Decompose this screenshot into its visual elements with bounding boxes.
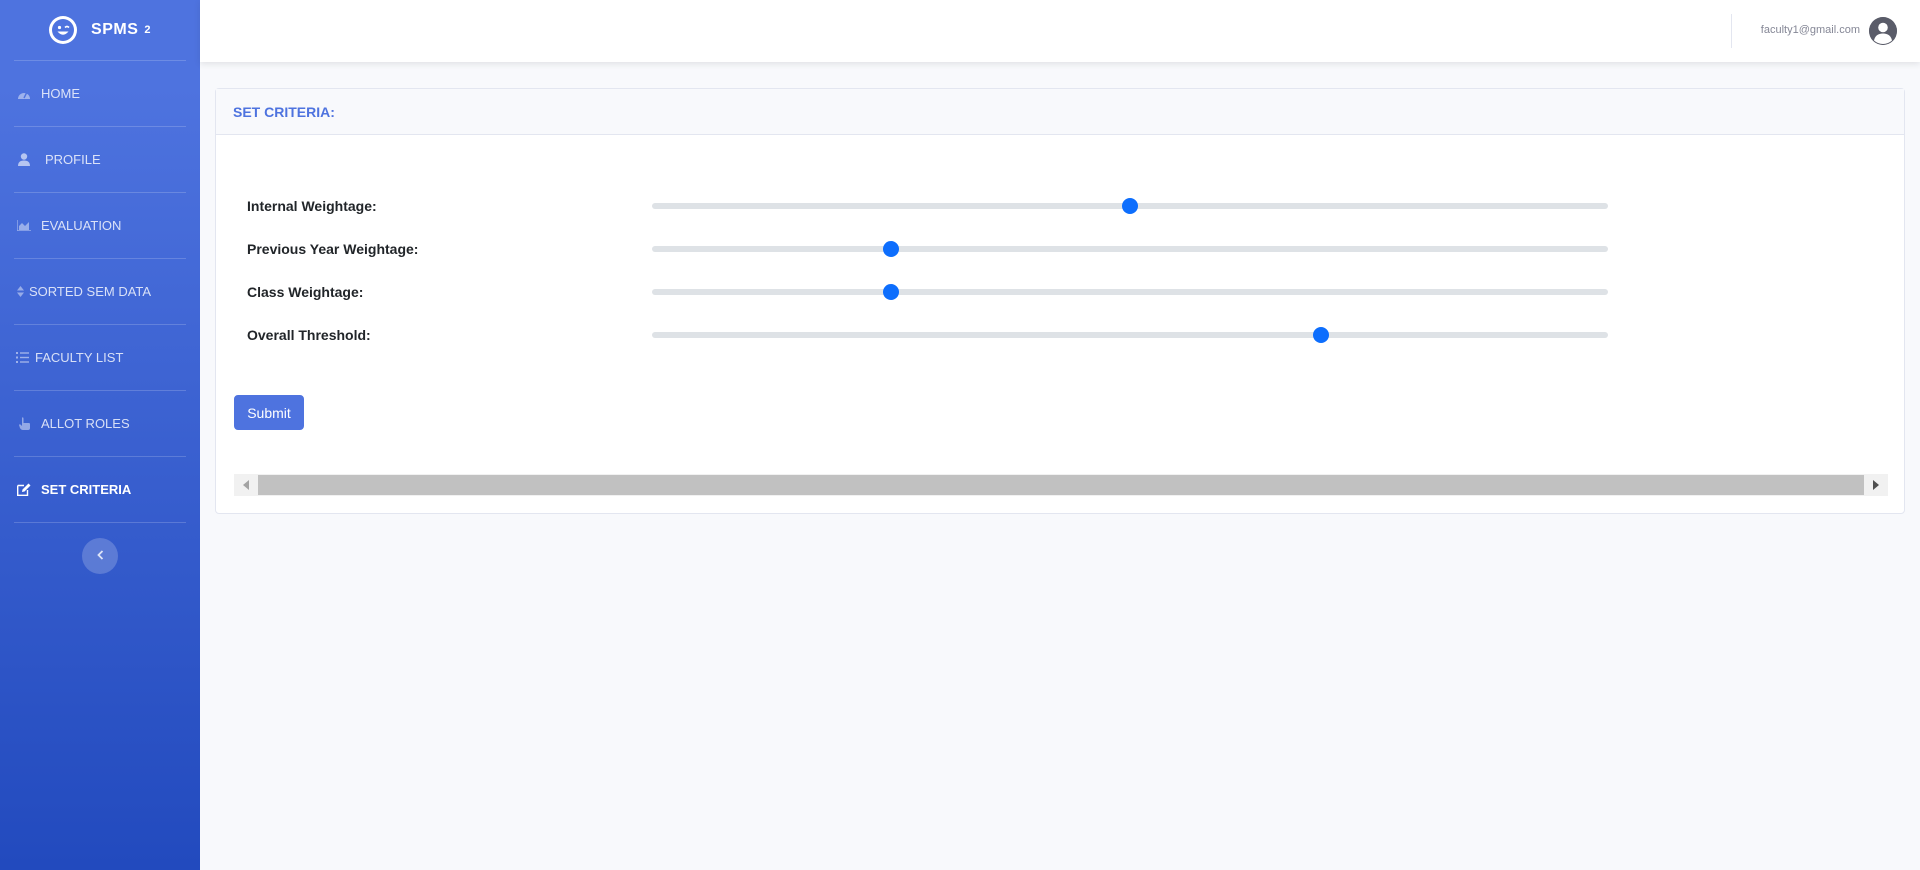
brand-name: SPMS <box>91 21 139 38</box>
sidebar-item-faculty-list[interactable]: FACULTY LIST <box>0 325 200 390</box>
scroll-left-arrow[interactable] <box>234 474 258 496</box>
brand-superscript: 2 <box>144 24 151 36</box>
sidebar-divider <box>14 522 186 523</box>
list-icon <box>15 351 29 365</box>
brand[interactable]: SPMS 2 <box>0 0 200 60</box>
slider-label: Previous Year Weightage: <box>247 241 419 257</box>
scrollbar-thumb[interactable] <box>258 475 1864 495</box>
slider-row-class-weightage: Class Weightage: <box>247 282 1647 302</box>
slider-label: Class Weightage: <box>247 284 364 300</box>
slider-label: Internal Weightage: <box>247 198 377 214</box>
sidebar: SPMS 2 HOME PROFILE EVALUATION SORTED SE… <box>0 0 200 870</box>
topbar: faculty1@gmail.com <box>200 0 1920 62</box>
card-title: SET CRITERIA: <box>233 103 335 120</box>
horizontal-scrollbar[interactable] <box>234 474 1888 496</box>
chart-area-icon <box>15 219 33 233</box>
dashboard-icon <box>15 87 33 101</box>
set-criteria-card: SET CRITERIA: Internal Weightage: Previo… <box>215 88 1905 514</box>
grin-wink-icon <box>49 16 78 44</box>
slider-thumb[interactable] <box>883 284 899 300</box>
slider-thumb[interactable] <box>1122 198 1138 214</box>
slider-thumb[interactable] <box>883 241 899 257</box>
submit-button[interactable]: Submit <box>234 395 304 430</box>
user-email[interactable]: faculty1@gmail.com <box>1761 24 1860 36</box>
sidebar-item-home[interactable]: HOME <box>0 61 200 126</box>
sidebar-item-set-criteria[interactable]: SET CRITERIA <box>0 457 200 522</box>
overall-threshold-slider[interactable] <box>652 327 1608 343</box>
sidebar-toggle-button[interactable] <box>82 538 118 574</box>
sidebar-item-label: SORTED SEM DATA <box>29 284 152 299</box>
sidebar-item-allot-roles[interactable]: ALLOT ROLES <box>0 391 200 456</box>
slider-row-overall-threshold: Overall Threshold: <box>247 325 1647 345</box>
sidebar-item-sorted-sem-data[interactable]: SORTED SEM DATA <box>0 259 200 324</box>
class-weightage-slider[interactable] <box>652 284 1608 300</box>
sidebar-item-label: EVALUATION <box>41 218 122 233</box>
slider-row-internal-weightage: Internal Weightage: <box>247 196 1647 216</box>
user-circle-icon[interactable] <box>1869 17 1897 45</box>
topbar-divider <box>1731 14 1732 48</box>
sidebar-item-label: SET CRITERIA <box>41 482 132 497</box>
slider-thumb[interactable] <box>1313 327 1330 343</box>
sort-icon <box>15 285 25 299</box>
previous-year-weightage-slider[interactable] <box>652 241 1608 257</box>
sidebar-item-profile[interactable]: PROFILE <box>0 127 200 192</box>
sidebar-item-label: FACULTY LIST <box>35 350 124 365</box>
hand-pointer-icon <box>15 417 33 431</box>
sidebar-toggle-wrapper <box>0 538 200 574</box>
internal-weightage-slider[interactable] <box>652 198 1608 214</box>
slider-label: Overall Threshold: <box>247 327 371 343</box>
sidebar-item-label: PROFILE <box>45 152 101 167</box>
sidebar-item-label: ALLOT ROLES <box>41 416 130 431</box>
user-icon <box>15 153 33 167</box>
edit-icon <box>15 483 33 497</box>
scroll-right-arrow[interactable] <box>1864 474 1888 496</box>
slider-row-previous-year-weightage: Previous Year Weightage: <box>247 239 1647 259</box>
chevron-left-icon <box>96 547 104 565</box>
sidebar-item-evaluation[interactable]: EVALUATION <box>0 193 200 258</box>
sidebar-item-label: HOME <box>41 86 80 101</box>
card-header: SET CRITERIA: <box>216 89 1904 135</box>
